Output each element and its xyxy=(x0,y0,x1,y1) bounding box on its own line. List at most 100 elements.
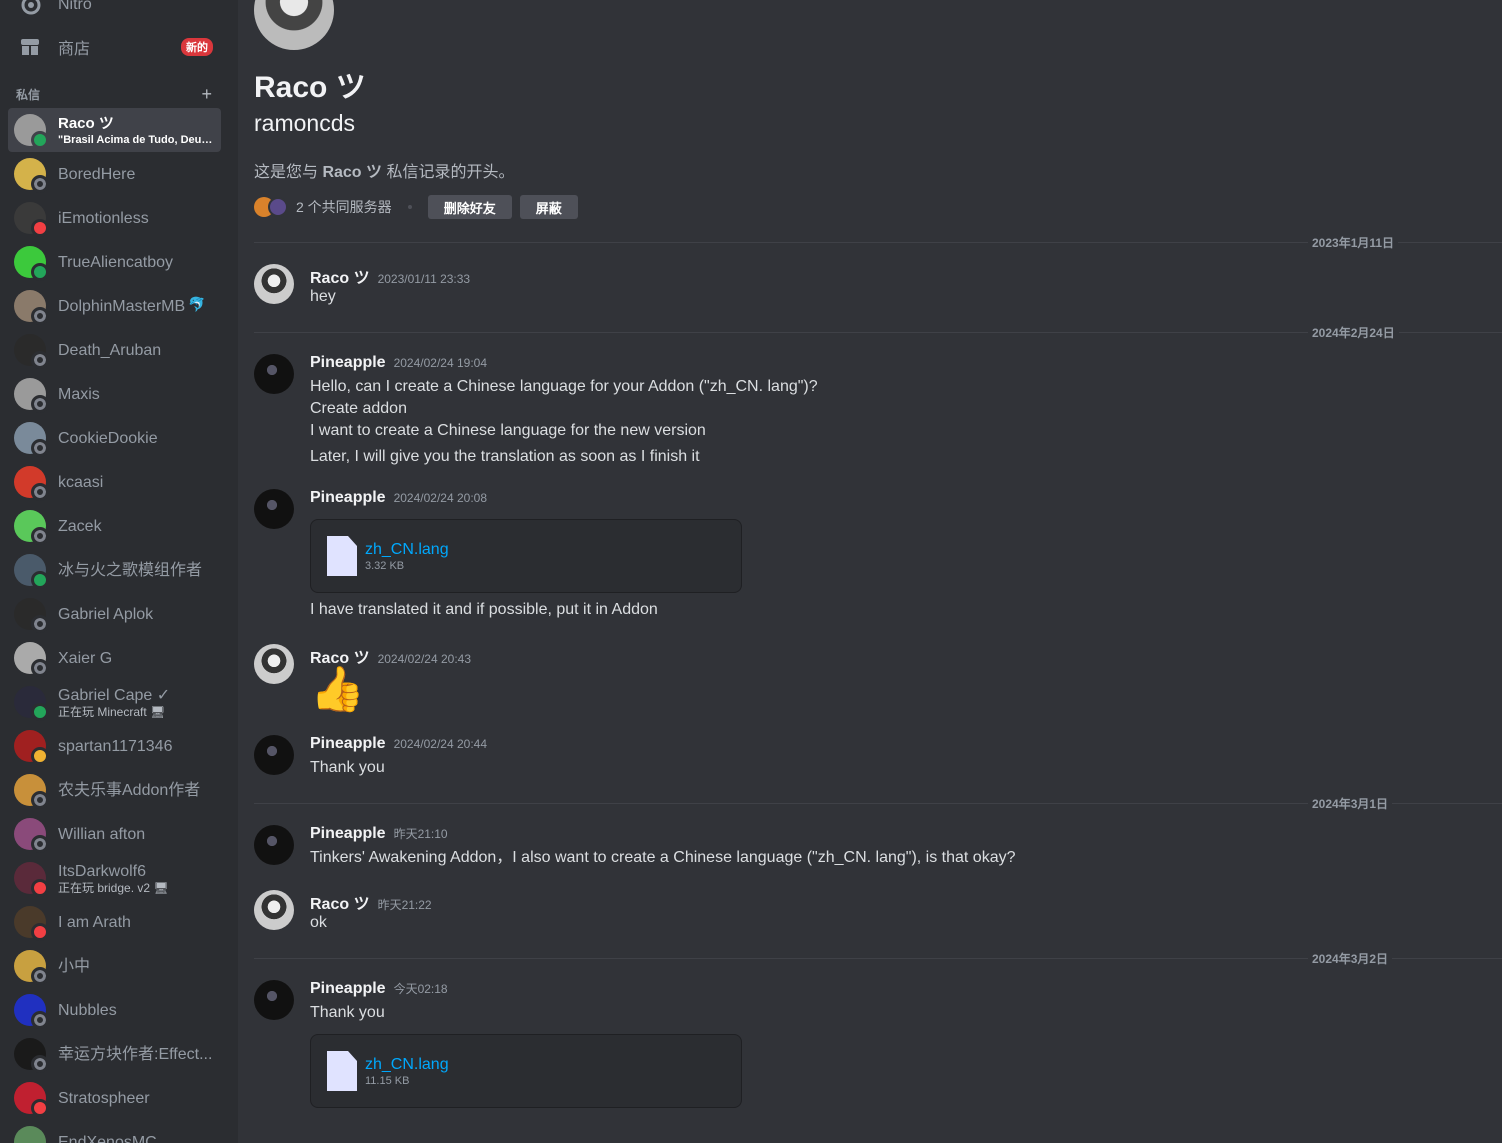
nitro-icon xyxy=(18,0,42,17)
date-divider: 2023年1月11日 xyxy=(254,234,1502,251)
message-avatar[interactable] xyxy=(254,825,294,865)
avatar xyxy=(14,1126,46,1143)
dm-item-name: spartan1171346 xyxy=(58,737,173,755)
dm-item[interactable]: Raco ツ"Brasil Acima de Tudo, Deus acima … xyxy=(8,108,221,152)
avatar xyxy=(14,466,49,501)
message[interactable]: Pineapple 2024/02/24 20:44 Thank you xyxy=(254,735,1486,779)
dm-item[interactable]: Nubbles xyxy=(8,988,221,1032)
dm-item[interactable]: Gabriel Cape ✓ 正在玩 Minecraft 🖥 xyxy=(8,680,221,724)
dm-item[interactable]: kcaasi xyxy=(8,460,221,504)
message-text: Create addon xyxy=(310,400,407,417)
create-dm-plus-icon[interactable]: + xyxy=(201,84,212,105)
avatar xyxy=(14,994,49,1029)
message[interactable]: Raco ツ昨天21:22 ok xyxy=(254,890,1486,934)
profile-display-name: Raco ツ xyxy=(254,71,366,104)
avatar xyxy=(14,334,49,369)
nav-nitro[interactable]: Nitro xyxy=(8,0,221,26)
dm-item[interactable]: I am Arath xyxy=(8,900,221,944)
dm-item[interactable]: Stratospheer xyxy=(8,1076,221,1120)
dm-item-name: Xaier G xyxy=(58,649,113,667)
dm-item[interactable]: Xaier G xyxy=(8,636,221,680)
dm-item[interactable]: 小中 xyxy=(8,944,221,988)
message[interactable]: Pineapple 2024/02/24 20:08 zh_CN.lang 3.3… xyxy=(254,489,1486,621)
message-avatar[interactable] xyxy=(254,354,294,394)
message-author[interactable]: Pineapple xyxy=(310,354,386,372)
message-avatar[interactable] xyxy=(254,264,294,304)
date-divider: 2024年2月24日 xyxy=(254,324,1502,341)
profile-avatar[interactable] xyxy=(254,0,334,50)
dm-item[interactable]: Gabriel Aplok xyxy=(8,592,221,636)
message[interactable]: Pineapple 今天02:18 Thank you zh_CN.lang 11… xyxy=(254,980,1486,1114)
status-dnd-icon xyxy=(31,923,49,941)
dm-item[interactable]: 农夫乐事Addon作者 xyxy=(8,768,221,812)
dm-item-activity: "Brasil Acima de Tudo, Deus acima de tod… xyxy=(58,133,213,146)
new-badge: 新的 xyxy=(181,38,213,56)
dm-item[interactable]: Zacek xyxy=(8,504,221,548)
message-timestamp: 昨天21:10 xyxy=(393,827,448,841)
message-timestamp: 2023/01/11 23:33 xyxy=(377,272,471,286)
avatar xyxy=(14,686,49,721)
dm-item-name: DolphinMasterMB xyxy=(58,297,186,315)
file-attachment[interactable]: zh_CN.lang 11.15 KB xyxy=(310,1034,742,1108)
dm-item[interactable]: TrueAliencatboy xyxy=(8,240,221,284)
message[interactable]: Raco ツ 2023/01/11 23:33 hey xyxy=(254,264,1486,308)
message-text: I want to create a Chinese language for … xyxy=(310,422,706,439)
separator-dot xyxy=(407,205,412,209)
avatar xyxy=(14,202,49,237)
dm-item[interactable]: EndXenosMC xyxy=(8,1120,221,1143)
status-dnd-icon xyxy=(31,219,49,237)
dolphin-emoji-icon: 🐬 xyxy=(188,296,206,312)
dm-item[interactable]: CookieDookie xyxy=(8,416,221,460)
mutual-servers-link[interactable]: 2 个共同服务器 xyxy=(296,197,392,217)
message-author[interactable]: Pineapple xyxy=(310,489,386,507)
avatar xyxy=(14,598,49,633)
message-author[interactable]: Pineapple xyxy=(310,980,386,998)
profile-username: ramoncds xyxy=(254,110,355,136)
message-avatar[interactable] xyxy=(254,735,294,775)
dm-item-name: Death_Aruban xyxy=(58,341,162,359)
thumbs-up-emoji[interactable]: 👍 xyxy=(310,666,1486,714)
avatar xyxy=(14,950,49,985)
dm-item[interactable]: 冰与火之歌模组作者 xyxy=(8,548,221,592)
message-author[interactable]: Raco ツ xyxy=(310,264,370,288)
avatar xyxy=(14,774,49,809)
dm-item[interactable]: spartan1171346 xyxy=(8,724,221,768)
dm-item[interactable]: 幸运方块作者:Effect... xyxy=(8,1032,221,1076)
message-avatar[interactable] xyxy=(254,489,294,529)
dm-item-name: TrueAliencatboy xyxy=(58,253,174,271)
dm-item[interactable]: 🐬 DolphinMasterMB xyxy=(8,284,221,328)
dm-item[interactable]: iEmotionless xyxy=(8,196,221,240)
status-dnd-icon xyxy=(31,879,49,897)
dm-item[interactable]: Maxis xyxy=(8,372,221,416)
file-name-link[interactable]: zh_CN.lang xyxy=(365,540,449,560)
file-attachment[interactable]: zh_CN.lang 3.32 KB xyxy=(310,519,742,593)
message[interactable]: Pineapple 2024/02/24 19:04 Hello, can I c… xyxy=(254,354,1486,468)
message-text: I have translated it and if possible, pu… xyxy=(310,601,658,618)
file-name-link[interactable]: zh_CN.lang xyxy=(365,1055,449,1075)
message-author[interactable]: Pineapple xyxy=(310,735,386,753)
dm-item[interactable]: Willian afton xyxy=(8,812,221,856)
status-online-icon xyxy=(31,263,49,281)
message[interactable]: Raco ツ 2024/02/24 20:43 👍 xyxy=(254,644,1486,714)
dm-item[interactable]: BoredHere xyxy=(8,152,221,196)
message-author[interactable]: Raco ツ xyxy=(310,890,370,914)
status-online-icon xyxy=(31,703,49,721)
dm-item-name: 小中 xyxy=(58,957,91,975)
dm-item-name: BoredHere xyxy=(58,165,136,183)
message-avatar[interactable] xyxy=(254,890,294,930)
message-avatar[interactable] xyxy=(254,644,294,684)
message-author[interactable]: Pineapple xyxy=(310,825,386,843)
message-avatar[interactable] xyxy=(254,980,294,1020)
message-timestamp: 今天02:18 xyxy=(393,982,448,996)
mutual-server-avatar[interactable] xyxy=(268,197,288,217)
dm-item-name: 幸运方块作者:Effect... xyxy=(58,1045,213,1063)
block-button[interactable]: 屏蔽 xyxy=(519,195,578,219)
status-offline-icon xyxy=(31,351,49,369)
dm-item[interactable]: Death_Aruban xyxy=(8,328,221,372)
remove-friend-button[interactable]: 删除好友 xyxy=(427,195,512,219)
message[interactable]: Pineapple 昨天21:10 Tinkers' Awakening Addo… xyxy=(254,825,1486,869)
dm-item-name: Stratospheer xyxy=(58,1089,150,1107)
nav-shop[interactable]: 商店 新的 xyxy=(8,26,221,68)
dm-item[interactable]: ItsDarkwolf6 正在玩 bridge. v2 🖥 xyxy=(8,856,221,900)
message-text: Thank you xyxy=(310,1004,385,1021)
